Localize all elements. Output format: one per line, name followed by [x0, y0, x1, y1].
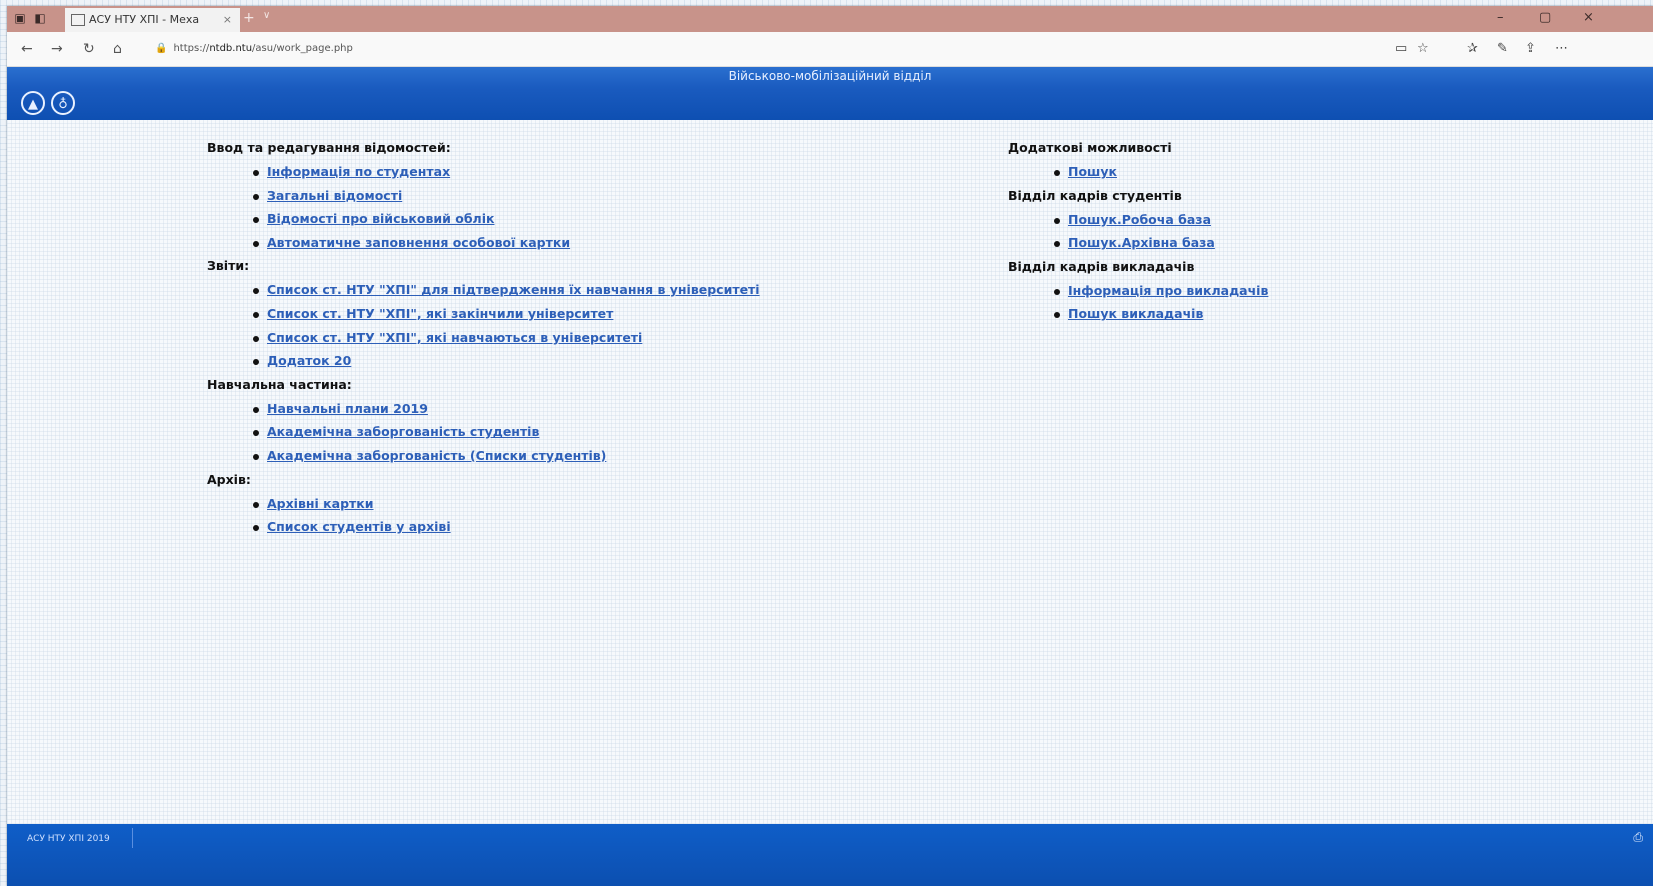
left-link-list: Архівні картки Список студентів у архіві — [207, 492, 927, 539]
nav-link[interactable]: Список ст. НТУ "ХПІ", які навчаються в у… — [267, 330, 642, 345]
right-link-list: Інформація про викладачів Пошук викладачі… — [1008, 279, 1568, 326]
nav-link[interactable]: Академічна заборгованість студентів — [267, 424, 539, 439]
status-icon[interactable]: ⎙ — [1633, 830, 1643, 845]
nav-link[interactable]: Архівні картки — [267, 496, 374, 511]
list-item: Відомості про військовий облік — [247, 207, 927, 231]
close-window-button[interactable]: × — [1583, 10, 1594, 25]
tab-actions-icon[interactable]: ▣ — [13, 11, 27, 25]
minimize-button[interactable]: – — [1497, 10, 1504, 25]
status-text: АСУ НТУ ХПІ 2019 — [27, 834, 110, 844]
list-item: Архівні картки — [247, 492, 927, 516]
nav-link[interactable]: Інформація про викладачів — [1068, 283, 1268, 298]
list-item: Додаток 20 — [247, 349, 927, 373]
tab-bar: ▣ ◧ АСУ НТУ ХПІ - Меха × + ∨ – ▢ × — [7, 6, 1653, 32]
nav-link[interactable]: Загальні відомості — [267, 188, 402, 203]
home-icon[interactable]: ⌂ — [113, 41, 122, 57]
back-icon[interactable]: ← — [21, 41, 33, 57]
new-tab-button[interactable]: + — [243, 10, 255, 26]
address-bar: ← → ↻ ⌂ 🔒 https://ntdb.ntu/asu/work_page.… — [7, 32, 1653, 67]
nav-link[interactable]: Додаток 20 — [267, 353, 351, 368]
tab-title: АСУ НТУ ХПІ - Меха — [89, 13, 200, 26]
tab-aside-icon[interactable]: ◧ — [33, 11, 47, 25]
main-content: Ввод та редагування відомостей: Інформаці… — [7, 120, 1653, 880]
list-item: Академічна заборгованість студентів — [247, 420, 927, 444]
nav-link[interactable]: Список студентів у архіві — [267, 519, 451, 534]
browser-window: ▣ ◧ АСУ НТУ ХПІ - Меха × + ∨ – ▢ × ← → ↻… — [7, 6, 1653, 886]
list-item: Пошук — [1048, 160, 1568, 184]
nav-link[interactable]: Відомості про військовий облік — [267, 211, 494, 226]
nav-link[interactable]: Список ст. НТУ "ХПІ" для підтвердження ї… — [267, 282, 760, 297]
url-path: /asu/work_page.php — [252, 43, 353, 54]
bulb-icon[interactable]: ♁ — [51, 91, 75, 115]
page-banner: Військово-мобілізаційний відділ ▲ ♁ — [7, 67, 1653, 120]
nav-link[interactable]: Автоматичне заповнення особової картки — [267, 235, 570, 250]
url-host: ntdb.ntu — [209, 43, 253, 54]
right-section-header: Додаткові можливості — [1008, 140, 1172, 155]
list-item: Список ст. НТУ "ХПІ", які закінчили унів… — [247, 302, 927, 326]
tab-dropdown-icon[interactable]: ∨ — [263, 10, 270, 21]
left-column: Ввод та редагування відомостей: Інформаці… — [207, 136, 927, 539]
right-link-list: Пошук.Робоча база Пошук.Архівна база — [1008, 208, 1568, 255]
list-item: Список ст. НТУ "ХПІ" для підтвердження ї… — [247, 278, 927, 302]
right-link-list: Пошук — [1008, 160, 1568, 184]
url-field[interactable]: 🔒 https://ntdb.ntu/asu/work_page.php — [155, 40, 1345, 58]
more-icon[interactable]: ⋯ — [1555, 41, 1568, 56]
left-section-header: Архів: — [207, 471, 251, 487]
list-item: Навчальні плани 2019 — [247, 397, 927, 421]
tab-close-icon[interactable]: × — [223, 8, 232, 32]
list-item: Пошук викладачів — [1048, 302, 1568, 326]
refresh-icon[interactable]: ↻ — [83, 41, 95, 57]
status-strip — [7, 824, 1653, 886]
web-page: Військово-мобілізаційний відділ ▲ ♁ Ввод… — [7, 67, 1653, 886]
nav-link[interactable]: Навчальні плани 2019 — [267, 401, 428, 416]
right-column: Додаткові можливості Пошук Відділ кадрів с… — [1008, 136, 1568, 326]
home-triangle-icon[interactable]: ▲ — [21, 91, 45, 115]
nav-link[interactable]: Пошук.Архівна база — [1068, 235, 1215, 250]
browser-tab[interactable]: АСУ НТУ ХПІ - Меха × — [65, 8, 240, 32]
nav-link[interactable]: Пошук.Робоча база — [1068, 212, 1211, 227]
status-bar: АСУ НТУ ХПІ 2019 ⎙ — [7, 824, 1653, 886]
list-item: Список студентів у архіві — [247, 515, 927, 539]
url-prefix: https:// — [173, 43, 210, 54]
right-section-header: Відділ кадрів викладачів — [1008, 258, 1195, 274]
share-icon[interactable]: ⇪ — [1525, 41, 1536, 56]
favorites-hub-icon[interactable]: ✰ — [1467, 41, 1478, 56]
nav-link[interactable]: Інформація по студентах — [267, 164, 450, 179]
list-item: Загальні відомості — [247, 184, 927, 208]
status-separator — [132, 828, 133, 848]
forward-icon[interactable]: → — [51, 41, 63, 57]
list-item: Автоматичне заповнення особової картки — [247, 231, 927, 255]
nav-link[interactable]: Пошук викладачів — [1068, 306, 1203, 321]
nav-link[interactable]: Пошук — [1068, 164, 1117, 179]
lock-icon: 🔒 — [155, 43, 168, 54]
page-title: Військово-мобілізаційний відділ — [728, 69, 932, 83]
notes-icon[interactable]: ✎ — [1497, 41, 1508, 56]
left-section-header: Навчальна частина: — [207, 376, 352, 392]
left-section-header: Ввод та редагування відомостей: — [207, 140, 451, 155]
left-link-list: Інформація по студентах Загальні відомост… — [207, 160, 927, 254]
list-item: Пошук.Робоча база — [1048, 208, 1568, 232]
list-item: Пошук.Архівна база — [1048, 231, 1568, 255]
favorite-star-icon[interactable]: ☆ — [1417, 41, 1429, 56]
page-icon — [71, 14, 85, 26]
left-link-list: Навчальні плани 2019 Академічна заборгова… — [207, 397, 927, 468]
right-section-header: Відділ кадрів студентів — [1008, 187, 1182, 203]
maximize-button[interactable]: ▢ — [1539, 10, 1551, 25]
list-item: Інформація по студентах — [247, 160, 927, 184]
nav-link[interactable]: Академічна заборгованість (Списки студен… — [267, 448, 606, 463]
reading-view-icon[interactable]: ▭ — [1395, 41, 1407, 56]
list-item: Інформація про викладачів — [1048, 279, 1568, 303]
left-link-list: Список ст. НТУ "ХПІ" для підтвердження ї… — [207, 278, 927, 372]
list-item: Список ст. НТУ "ХПІ", які навчаються в у… — [247, 326, 927, 350]
list-item: Академічна заборгованість (Списки студен… — [247, 444, 927, 468]
nav-link[interactable]: Список ст. НТУ "ХПІ", які закінчили унів… — [267, 306, 613, 321]
left-section-header: Звіти: — [207, 258, 250, 274]
